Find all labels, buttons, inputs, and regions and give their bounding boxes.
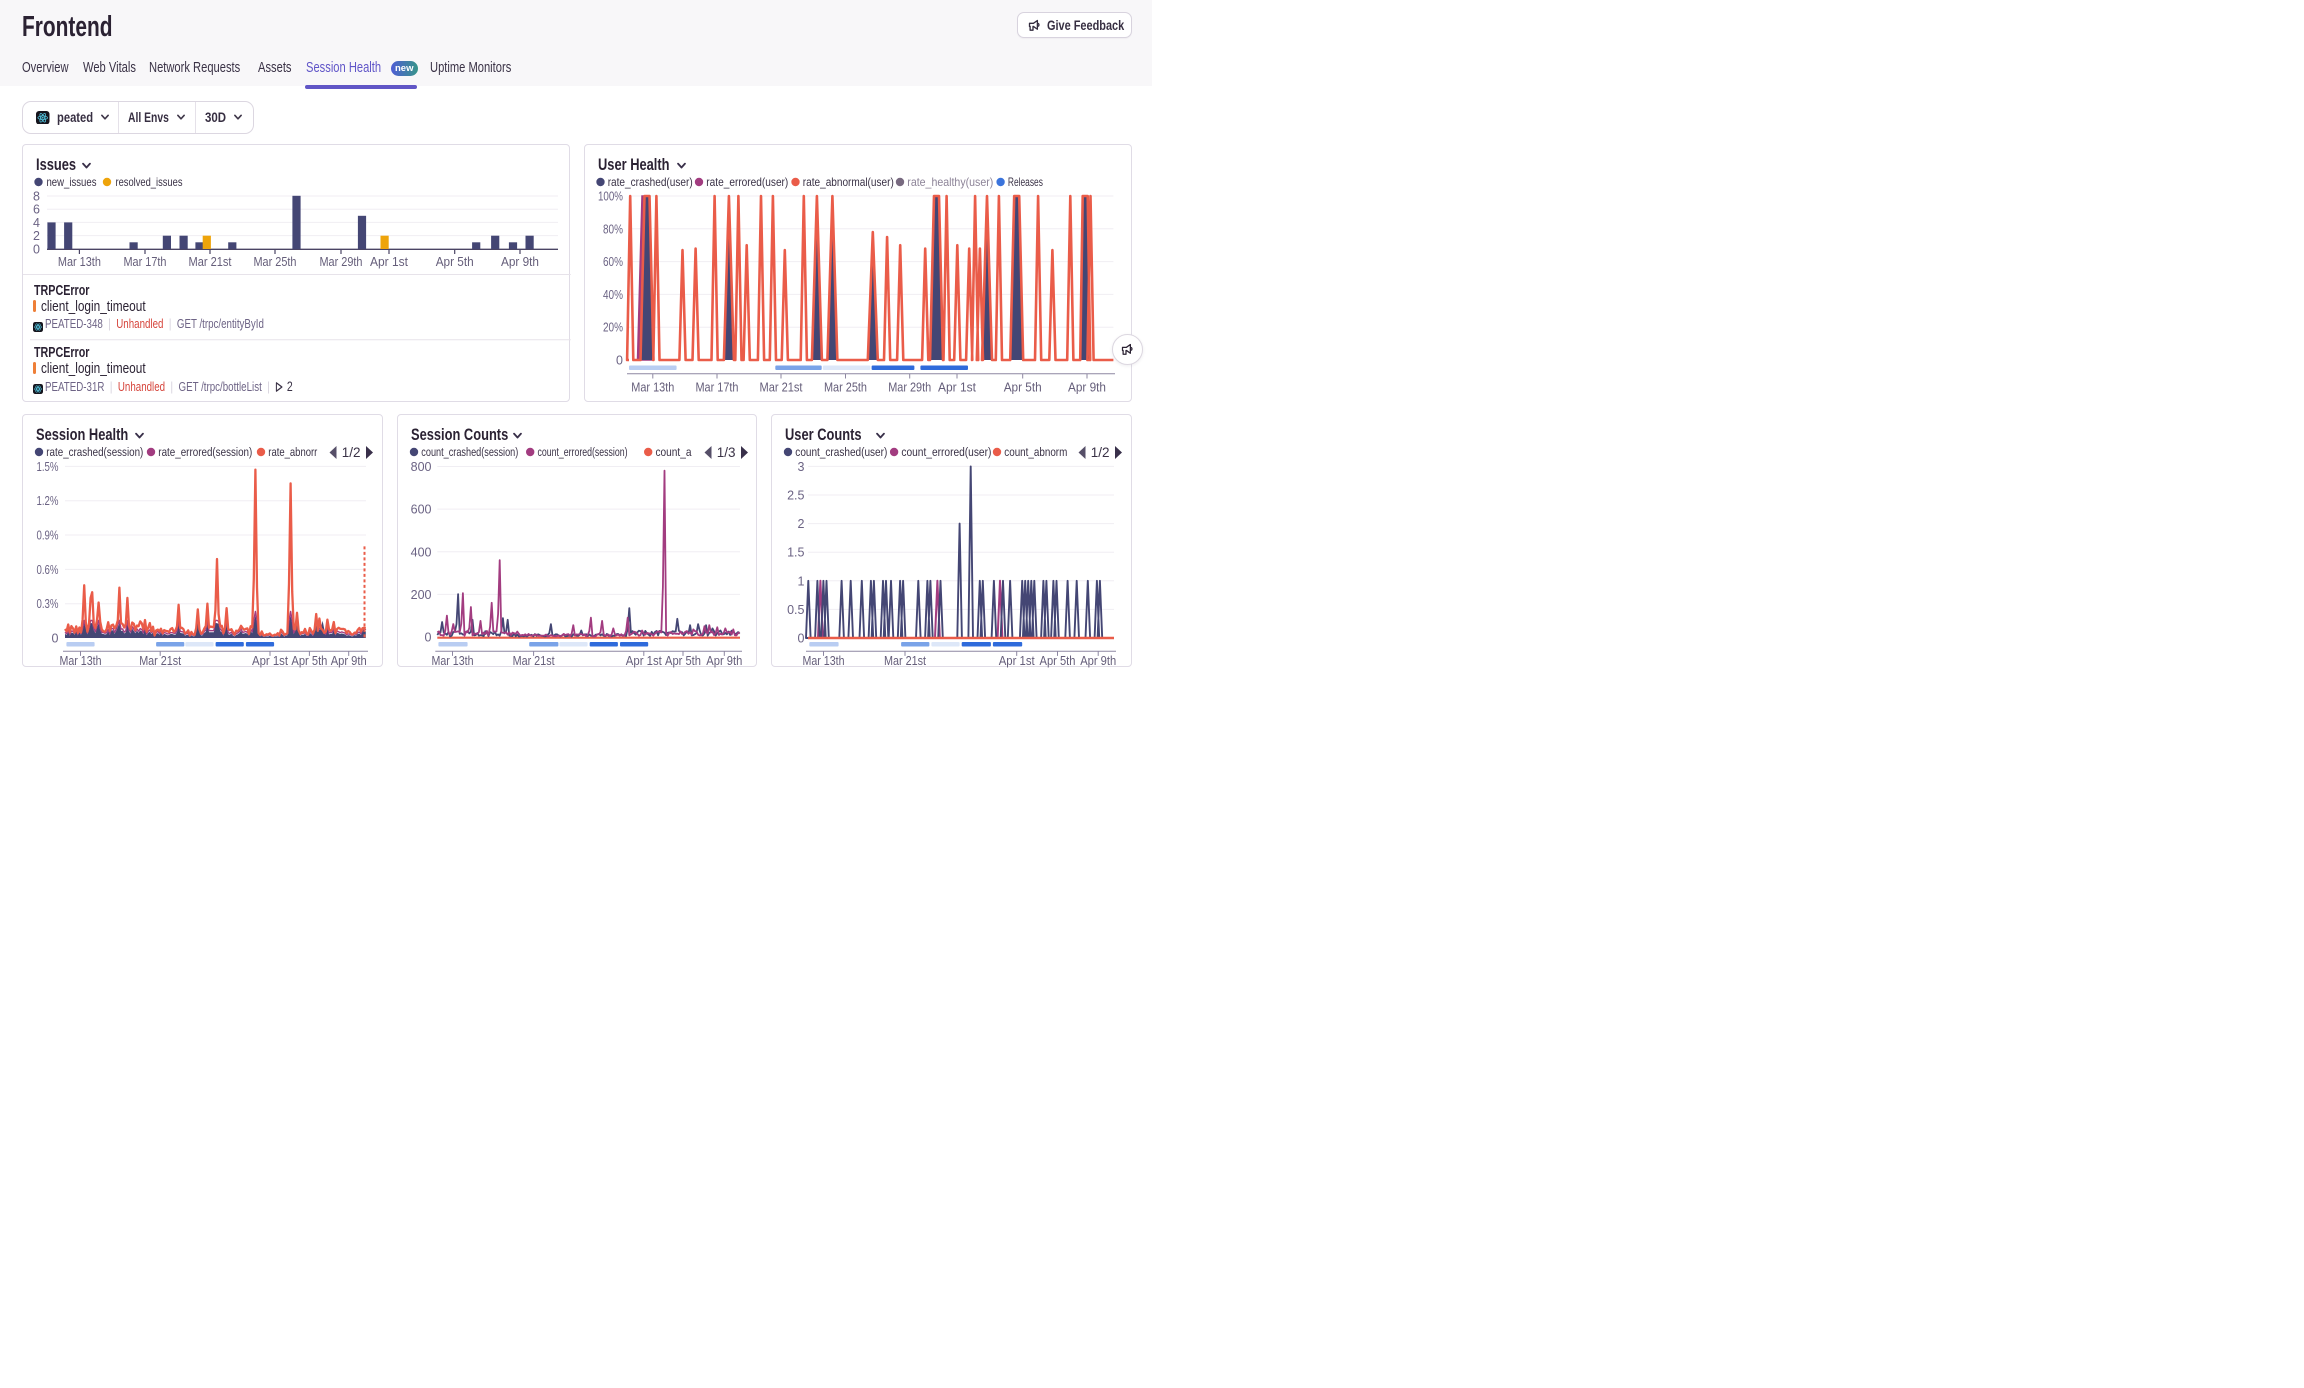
svg-text:Mar 17th: Mar 17th xyxy=(123,255,166,269)
svg-text:Apr 9th: Apr 9th xyxy=(706,653,742,668)
svg-text:200: 200 xyxy=(410,588,431,602)
svg-text:Mar 21st: Mar 21st xyxy=(512,653,554,668)
svg-text:Apr 5th: Apr 5th xyxy=(436,255,474,269)
svg-text:Mar 25th: Mar 25th xyxy=(253,255,296,269)
svg-text:2.5: 2.5 xyxy=(787,489,804,503)
svg-text:40%: 40% xyxy=(603,288,623,302)
svg-text:20%: 20% xyxy=(603,321,623,335)
svg-text:Apr 1st: Apr 1st xyxy=(938,380,976,394)
svg-text:rate_errored(user): rate_errored(user) xyxy=(706,175,788,189)
svg-text:Mar 21st: Mar 21st xyxy=(188,255,231,269)
svg-text:Mar 13th: Mar 13th xyxy=(431,653,473,668)
svg-text:60%: 60% xyxy=(603,255,623,269)
svg-text:rate_abnorr: rate_abnorr xyxy=(268,445,317,459)
svg-text:0.9%: 0.9% xyxy=(37,529,59,543)
svg-text:400: 400 xyxy=(410,545,431,559)
svg-text:600: 600 xyxy=(410,503,431,517)
svg-text:80%: 80% xyxy=(603,222,623,236)
svg-text:Apr 9th: Apr 9th xyxy=(1080,653,1116,668)
svg-text:rate_errored(session): rate_errored(session) xyxy=(158,445,252,459)
svg-text:rate_crashed(session): rate_crashed(session) xyxy=(46,445,143,459)
svg-text:count_crashed(session): count_crashed(session) xyxy=(421,445,518,459)
svg-text:2: 2 xyxy=(798,517,805,531)
svg-text:Mar 25th: Mar 25th xyxy=(824,380,867,394)
svg-text:Apr 1st: Apr 1st xyxy=(252,653,288,668)
svg-text:1.2%: 1.2% xyxy=(37,494,59,508)
svg-text:rate_healthy(user): rate_healthy(user) xyxy=(907,175,993,189)
svg-text:Apr 5th: Apr 5th xyxy=(665,653,701,668)
svg-text:0.5: 0.5 xyxy=(787,603,804,617)
svg-text:Apr 9th: Apr 9th xyxy=(501,255,539,269)
svg-text:Mar 13th: Mar 13th xyxy=(631,380,674,394)
svg-text:Apr 9th: Apr 9th xyxy=(1068,380,1106,394)
svg-text:1.5%: 1.5% xyxy=(37,460,59,474)
svg-text:0: 0 xyxy=(616,353,623,367)
svg-text:0.6%: 0.6% xyxy=(37,563,59,577)
svg-text:1/2: 1/2 xyxy=(342,445,361,460)
svg-text:0.3%: 0.3% xyxy=(37,597,59,611)
svg-text:Apr 1st: Apr 1st xyxy=(370,255,408,269)
svg-text:0: 0 xyxy=(424,630,431,644)
svg-text:1: 1 xyxy=(798,574,805,588)
svg-text:count_errored(user): count_errored(user) xyxy=(901,445,991,459)
svg-text:Mar 29th: Mar 29th xyxy=(888,380,931,394)
svg-text:0: 0 xyxy=(52,632,59,646)
svg-text:Mar 29th: Mar 29th xyxy=(319,255,362,269)
svg-text:Apr 1st: Apr 1st xyxy=(625,653,661,668)
svg-text:3: 3 xyxy=(798,460,805,474)
svg-text:0: 0 xyxy=(798,632,805,646)
svg-text:Apr 5th: Apr 5th xyxy=(291,653,327,668)
svg-text:6: 6 xyxy=(33,203,40,217)
svg-text:count_errored(session): count_errored(session) xyxy=(537,445,627,459)
svg-text:Apr 9th: Apr 9th xyxy=(331,653,367,668)
svg-text:count_crashed(user): count_crashed(user) xyxy=(795,445,887,459)
svg-text:Apr 5th: Apr 5th xyxy=(1040,653,1076,668)
svg-text:1.5: 1.5 xyxy=(787,546,804,560)
svg-text:rate_crashed(user): rate_crashed(user) xyxy=(608,175,693,189)
svg-text:Mar 13th: Mar 13th xyxy=(58,255,101,269)
svg-text:Mar 21st: Mar 21st xyxy=(884,653,926,668)
svg-text:8: 8 xyxy=(33,190,40,204)
svg-text:Mar 13th: Mar 13th xyxy=(60,653,102,668)
svg-text:2: 2 xyxy=(33,229,40,243)
svg-text:count_a: count_a xyxy=(655,445,691,459)
svg-text:resolved_issues: resolved_issues xyxy=(115,175,182,189)
svg-text:Mar 21st: Mar 21st xyxy=(760,380,803,394)
svg-text:count_abnorm: count_abnorm xyxy=(1004,445,1067,459)
svg-text:100%: 100% xyxy=(598,190,623,204)
svg-text:new_issues: new_issues xyxy=(46,175,96,189)
svg-text:800: 800 xyxy=(410,460,431,474)
svg-text:1/2: 1/2 xyxy=(1091,445,1110,460)
svg-text:Releases: Releases xyxy=(1008,175,1043,189)
svg-text:Apr 5th: Apr 5th xyxy=(1004,380,1042,394)
svg-text:Apr 1st: Apr 1st xyxy=(999,653,1035,668)
svg-text:Mar 13th: Mar 13th xyxy=(803,653,845,668)
svg-text:Mar 21st: Mar 21st xyxy=(139,653,181,668)
svg-text:rate_abnormal(user): rate_abnormal(user) xyxy=(803,175,894,189)
svg-text:Mar 17th: Mar 17th xyxy=(696,380,739,394)
svg-text:0: 0 xyxy=(33,242,40,256)
svg-text:4: 4 xyxy=(33,216,40,230)
svg-text:1/3: 1/3 xyxy=(716,445,735,460)
